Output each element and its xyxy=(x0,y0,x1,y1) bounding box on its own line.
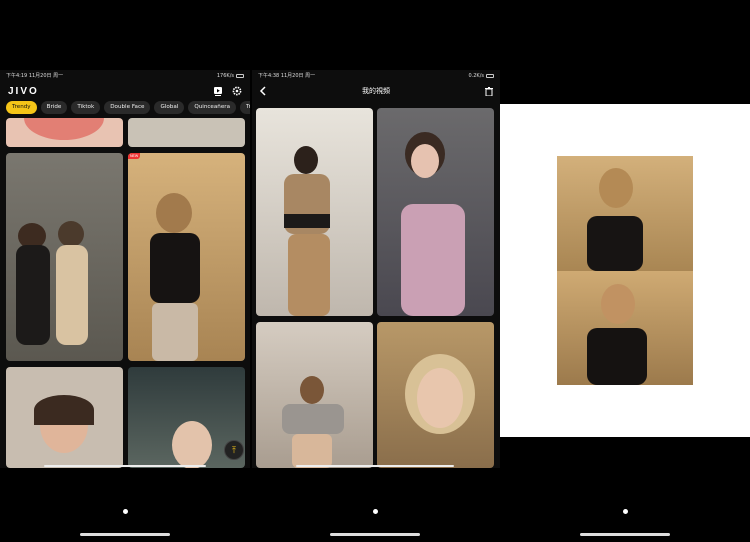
category-chip[interactable]: Double Face xyxy=(104,101,151,114)
trash-icon[interactable] xyxy=(484,86,494,96)
video-card[interactable] xyxy=(256,322,373,468)
template-card[interactable] xyxy=(6,153,123,361)
category-chips: Trendy Bride Tiktok Double Face Global Quince… xyxy=(0,101,250,117)
video-card[interactable] xyxy=(377,322,494,468)
template-card[interactable] xyxy=(128,118,245,147)
category-chip[interactable]: Tra xyxy=(240,101,250,114)
category-chip[interactable]: Global xyxy=(154,101,185,114)
video-card[interactable] xyxy=(256,108,373,316)
status-bar: 下午4:19 11月20日 周一 176K/s xyxy=(0,70,250,81)
home-indicator xyxy=(44,465,206,467)
scroll-to-top-button[interactable]: ⤒ xyxy=(224,440,244,460)
gear-icon[interactable] xyxy=(232,86,242,96)
category-chip[interactable]: Trendy xyxy=(6,101,37,114)
gesture-dot xyxy=(123,509,128,514)
gesture-bar[interactable] xyxy=(580,533,670,536)
home-indicator xyxy=(296,465,454,467)
category-chip[interactable]: Bride xyxy=(40,101,68,114)
screen-jivo-feed: 下午4:19 11月20日 周一 176K/s JIVO Trendy Bride… xyxy=(0,70,250,468)
gesture-bar[interactable] xyxy=(80,533,170,536)
page-title: 我的視頻 xyxy=(362,87,390,95)
status-bar: 下午4:38 11月20日 周一 0.2K/s xyxy=(252,70,500,81)
video-card[interactable] xyxy=(377,108,494,316)
network-speed: 176K/s xyxy=(216,72,234,79)
gesture-dot xyxy=(623,509,628,514)
screen-video-preview xyxy=(500,104,750,437)
screen-my-videos: 下午4:38 11月20日 周一 0.2K/s 我的視頻 xyxy=(252,70,500,468)
template-card[interactable] xyxy=(6,367,123,468)
category-chip[interactable]: Quinceañera xyxy=(188,101,237,114)
app-logo: JIVO xyxy=(8,85,39,97)
gesture-bar[interactable] xyxy=(330,533,420,536)
network-speed: 0.2K/s xyxy=(468,72,484,79)
chevron-left-icon[interactable] xyxy=(258,86,268,96)
gesture-dot xyxy=(373,509,378,514)
category-chip[interactable]: Tiktok xyxy=(71,101,101,114)
template-card[interactable] xyxy=(6,118,123,147)
top-bar: 我的視頻 xyxy=(252,81,500,101)
app-bar: JIVO xyxy=(0,81,250,101)
battery-icon xyxy=(236,73,244,78)
new-badge: NEW xyxy=(128,153,141,159)
battery-icon xyxy=(486,73,494,78)
video-preview[interactable] xyxy=(557,156,693,385)
arrow-up-to-top-icon: ⤒ xyxy=(232,444,236,455)
template-card[interactable]: NEW xyxy=(128,153,245,361)
video-icon[interactable] xyxy=(213,86,223,96)
status-time: 下午4:38 11月20日 周一 xyxy=(258,73,316,79)
status-time: 下午4:19 11月20日 周一 xyxy=(6,73,64,79)
